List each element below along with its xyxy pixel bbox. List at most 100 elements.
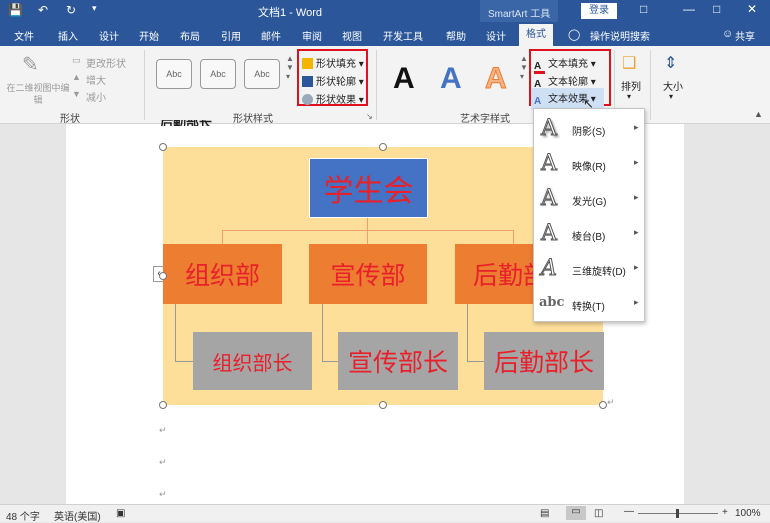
tab-layout[interactable]: 布局 (180, 28, 200, 43)
language-indicator[interactable]: 英语(美国) (54, 508, 101, 523)
shape-effects-label: 形状效果 (316, 95, 356, 106)
tab-insert[interactable]: 插入 (58, 28, 78, 43)
shapes-group-label: 形状 (60, 114, 80, 125)
redo-icon[interactable]: ↻ (66, 3, 76, 17)
tab-view[interactable]: 视图 (342, 28, 362, 43)
resize-handle[interactable] (379, 401, 387, 409)
paragraph-mark: ↵ (607, 397, 615, 407)
tab-help[interactable]: 帮助 (446, 28, 466, 43)
wordart-style-blue[interactable]: A (440, 62, 462, 96)
tell-me-search[interactable]: 操作说明搜索 (590, 28, 650, 43)
node-level3-1[interactable]: 组织部长 (193, 332, 312, 390)
undo-icon[interactable]: ↶ (38, 3, 48, 17)
menu-item-reflection[interactable]: A 映像(R) ▸ (534, 146, 644, 180)
node-level3-3[interactable]: 后勤部长 (484, 332, 604, 390)
node-top[interactable]: 学生会 (309, 158, 428, 218)
resize-handle[interactable] (159, 143, 167, 151)
shadow-icon: A (541, 116, 558, 142)
shape-outline-button[interactable]: 形状轮廓 ▾ (302, 73, 364, 88)
3d-rotation-icon: A (541, 256, 558, 282)
size-button[interactable]: 大小 (663, 78, 683, 93)
arrange-dropdown-icon[interactable]: ▾ (627, 92, 631, 101)
read-mode-icon[interactable]: ▤ (540, 508, 549, 519)
wordart-style-orange[interactable]: A (485, 62, 508, 96)
ribbon-tabs: 文件 插入 设计 开始 布局 引用 邮件 审阅 视图 开发工具 帮助 设计 ◯ … (0, 22, 770, 46)
tab-references[interactable]: 引用 (221, 28, 241, 43)
zoom-in-icon[interactable]: + (722, 507, 728, 518)
shape-fill-label: 形状填充 (316, 59, 356, 70)
connector-line (175, 361, 193, 362)
smaller-button[interactable]: 减小 (86, 89, 106, 104)
tab-design[interactable]: 设计 (99, 28, 119, 43)
text-fill-label: 文本填充 (548, 59, 588, 70)
menu-item-bevel[interactable]: A 棱台(B) ▸ (534, 216, 644, 250)
node-level2-2[interactable]: 宣传部 (309, 244, 427, 304)
tab-file[interactable]: 文件 (14, 28, 34, 43)
arrange-button[interactable]: 排列 (621, 78, 641, 93)
share-icon: ☺ (722, 28, 734, 40)
larger-button[interactable]: 增大 (86, 72, 106, 87)
collapse-ribbon-icon[interactable]: ▲ (754, 109, 763, 119)
submenu-arrow-icon: ▸ (634, 192, 639, 202)
status-bar: 48 个字 英语(美国) ▣ ▤ ▭ ◫ — + 100% (0, 504, 770, 523)
macro-record-icon[interactable]: ▣ (116, 508, 125, 519)
save-icon[interactable]: 💾 (8, 3, 23, 17)
ribbon-display-icon[interactable]: □ (640, 2, 647, 16)
shape-fill-button[interactable]: 形状填充 ▾ (302, 55, 364, 70)
wordart-style-black[interactable]: A (393, 62, 415, 96)
menu-item-3d-rotation[interactable]: A 三维旋转(D) ▸ (534, 251, 644, 285)
tab-review[interactable]: 审阅 (302, 28, 322, 43)
minimize-icon[interactable]: — (683, 2, 695, 16)
paragraph-mark: ↵ (159, 457, 167, 467)
menu-item-label: 三维旋转(D) (572, 267, 626, 278)
connector-line (322, 303, 323, 361)
menu-item-transform[interactable]: abc 转换(T) ▸ (534, 286, 644, 320)
resize-handle[interactable] (159, 272, 167, 280)
wordart-gallery-scroll-icon[interactable]: ▲ ▼ ▾ (520, 54, 528, 81)
dialog-launcher-icon[interactable]: ↘ (366, 112, 373, 121)
resize-handle[interactable] (379, 143, 387, 151)
tab-mailings[interactable]: 邮件 (261, 28, 281, 43)
tab-home[interactable]: 开始 (139, 28, 159, 43)
submenu-arrow-icon: ▸ (634, 157, 639, 167)
node-level2-3[interactable]: 后勤部 (455, 244, 533, 304)
print-layout-icon[interactable]: ▭ (566, 506, 586, 520)
zoom-out-icon[interactable]: — (624, 506, 634, 517)
shape-style-3[interactable]: Abc (244, 59, 280, 89)
menu-item-glow[interactable]: A 发光(G) ▸ (534, 181, 644, 215)
text-effects-icon: A (534, 96, 542, 107)
size-dropdown-icon[interactable]: ▾ (669, 92, 673, 101)
tab-smartart-design[interactable]: 设计 (486, 28, 506, 43)
text-effects-menu: A 阴影(S) ▸ A 映像(R) ▸ A 发光(G) ▸ A 棱台(B) ▸ … (533, 108, 645, 322)
edit-2d-button[interactable]: 在二维视图中编辑 (6, 82, 70, 106)
node-level2-1[interactable]: 组织部 (163, 244, 282, 304)
resize-handle[interactable] (159, 401, 167, 409)
tab-developer[interactable]: 开发工具 (383, 28, 423, 43)
tab-smartart-format[interactable]: 格式 (519, 24, 553, 46)
share-button[interactable]: 共享 (735, 28, 755, 43)
node-level3-2[interactable]: 宣传部长 (338, 332, 458, 390)
resize-handle[interactable] (599, 401, 607, 409)
connector-line (367, 230, 368, 244)
customize-qat-icon[interactable]: ▾ (92, 3, 97, 14)
zoom-level[interactable]: 100% (735, 508, 761, 519)
menu-item-shadow[interactable]: A 阴影(S) ▸ (534, 111, 644, 145)
web-layout-icon[interactable]: ◫ (594, 508, 603, 519)
maximize-icon[interactable]: □ (713, 2, 720, 16)
wordart-group-label: 艺术字样式 (460, 114, 510, 125)
smaller-icon: ▼ (72, 89, 81, 99)
menu-item-label: 发光(G) (572, 197, 607, 208)
text-fill-button[interactable]: A 文本填充 ▾ (534, 55, 596, 74)
shape-effects-button[interactable]: 形状效果 ▾ (302, 91, 364, 106)
connector-line (467, 303, 468, 361)
shape-style-2[interactable]: Abc (200, 59, 236, 89)
close-icon[interactable]: ✕ (747, 2, 757, 16)
title-bar: 💾 ↶ ↻ ▾ 文档1 - Word SmartArt 工具 登录 □ — □ … (0, 0, 770, 22)
zoom-slider-thumb[interactable] (676, 509, 679, 518)
word-count[interactable]: 48 个字 (6, 508, 40, 523)
change-shape-button[interactable]: 更改形状 (86, 55, 126, 70)
separator (376, 50, 377, 120)
gallery-scroll-icon[interactable]: ▲ ▼ ▾ (286, 54, 294, 81)
shape-style-1[interactable]: Abc (156, 59, 192, 89)
login-button[interactable]: 登录 (581, 3, 617, 19)
